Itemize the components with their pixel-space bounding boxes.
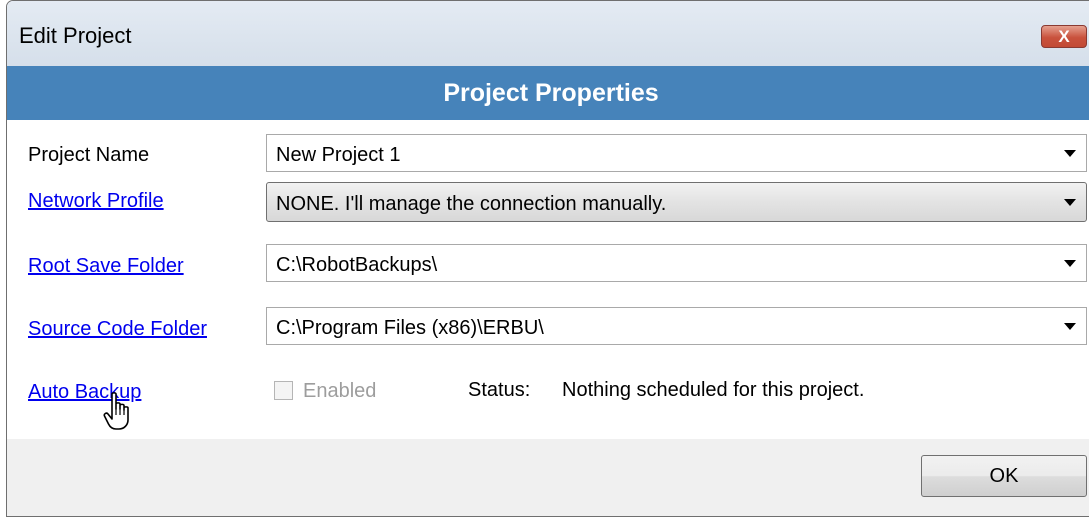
- chevron-down-icon: [1064, 260, 1076, 267]
- window-title: Edit Project: [19, 23, 132, 48]
- network-profile-link[interactable]: Network Profile: [28, 190, 164, 213]
- source-code-folder-combo[interactable]: C:\Program Files (x86)\ERBU\: [266, 307, 1087, 345]
- auto-backup-checkbox[interactable]: [274, 381, 293, 400]
- root-save-folder-value: C:\RobotBackups\: [276, 254, 438, 276]
- source-code-folder-value: C:\Program Files (x86)\ERBU\: [276, 317, 544, 339]
- chevron-down-icon: [1064, 323, 1076, 330]
- section-header: Project Properties: [7, 66, 1089, 120]
- title-bar[interactable]: Edit Project X: [7, 1, 1089, 76]
- source-code-folder-link[interactable]: Source Code Folder: [28, 318, 207, 341]
- status-label: Status:: [468, 379, 531, 401]
- network-profile-value: NONE. I'll manage the connection manuall…: [276, 193, 667, 215]
- close-button[interactable]: X: [1041, 25, 1087, 48]
- project-name-label: Project Name: [28, 144, 150, 166]
- form-body: Project Name New Project 1 Network Profi…: [7, 120, 1089, 439]
- dialog-footer: OK: [7, 439, 1089, 516]
- project-name-combo[interactable]: New Project 1: [266, 134, 1087, 172]
- ok-button[interactable]: OK: [921, 455, 1087, 497]
- section-title: Project Properties: [443, 79, 659, 107]
- root-save-folder-combo[interactable]: C:\RobotBackups\: [266, 244, 1087, 282]
- auto-backup-checkbox-label: Enabled: [303, 380, 377, 402]
- root-save-folder-link[interactable]: Root Save Folder: [28, 255, 184, 278]
- hand-pointer-icon: [103, 392, 129, 430]
- close-icon: X: [1058, 27, 1070, 46]
- project-name-value: New Project 1: [276, 144, 401, 166]
- network-profile-select[interactable]: NONE. I'll manage the connection manuall…: [266, 182, 1087, 222]
- edit-project-dialog: Edit Project X Project Properties Projec…: [6, 0, 1089, 517]
- chevron-down-icon: [1064, 199, 1076, 206]
- status-value: Nothing scheduled for this project.: [562, 379, 865, 401]
- chevron-down-icon: [1064, 150, 1076, 157]
